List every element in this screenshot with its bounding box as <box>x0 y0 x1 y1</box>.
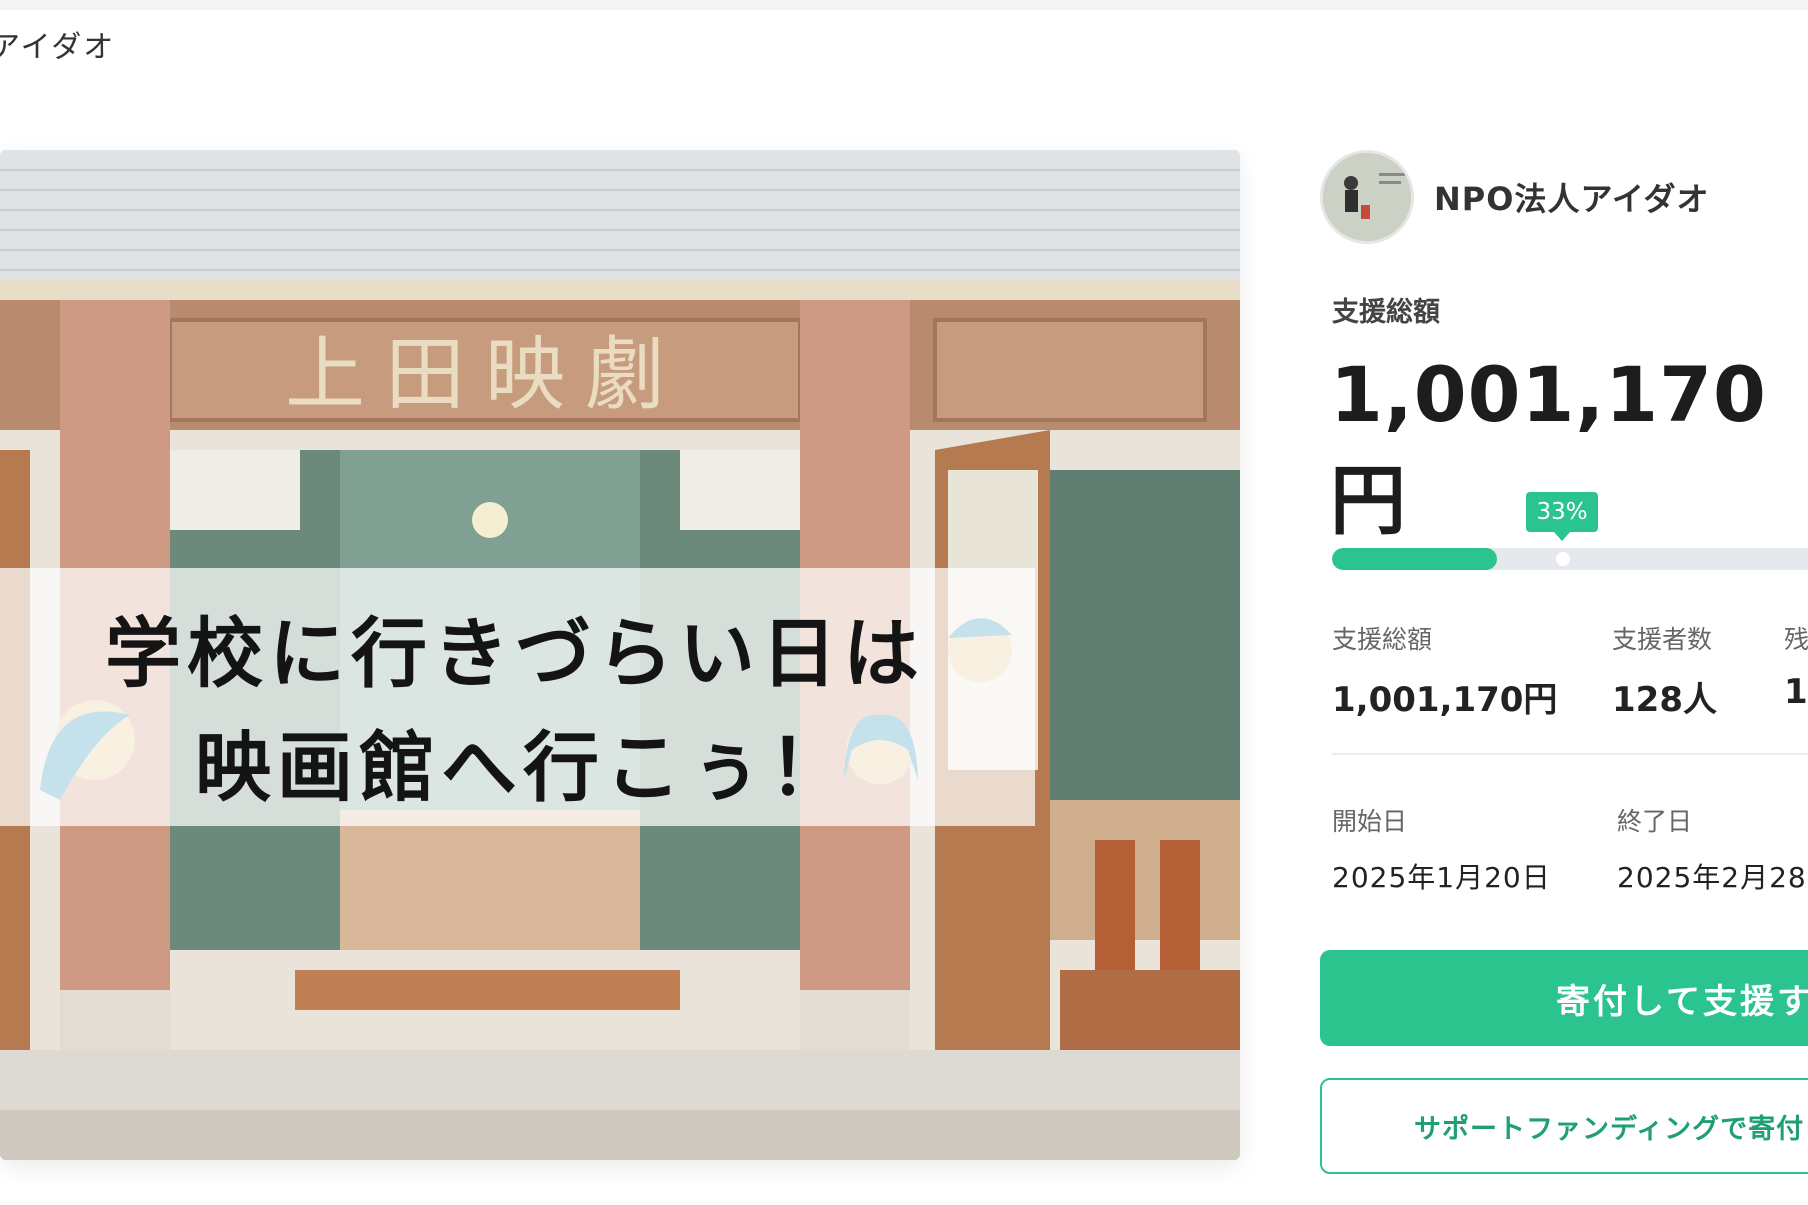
total-amount-label: 支援総額 <box>1332 297 1440 328</box>
hero-caption-line-2: 映画館へ行こぅ！ <box>195 723 851 812</box>
progress-percent-badge: 33% <box>1526 492 1598 541</box>
stat-supporters: 支援者数 128人 <box>1612 620 1717 721</box>
end-date: 終了日 2025年2月28 <box>1617 802 1807 896</box>
support-funding-button[interactable]: サポートファンディングで寄付 <box>1320 1078 1808 1174</box>
project-hero-image: 上田映劇 学校に行きづらい日は 映画館へ行こぅ！ <box>0 150 1240 1160</box>
progress-bar-fill <box>1332 548 1497 570</box>
donate-button[interactable]: 寄付して支援す <box>1320 950 1808 1046</box>
end-date-label: 終了日 <box>1617 807 1693 836</box>
project-page: アイダオ 上田映劇 学校に行きづらい日は 映画館へ行こぅ！ NPO法人アイダオ … <box>0 0 1808 1205</box>
stat-total-label: 支援総額 <box>1332 625 1433 654</box>
organization-avatar <box>1320 150 1414 244</box>
start-date: 開始日 2025年1月20日 <box>1332 802 1551 896</box>
end-date-value: 2025年2月28 <box>1617 861 1807 894</box>
breadcrumb[interactable]: アイダオ <box>0 22 115 66</box>
progress-marker <box>1556 552 1570 566</box>
start-date-label: 開始日 <box>1332 807 1408 836</box>
stat-remaining: 残 17 <box>1784 620 1808 712</box>
building-sign: 上田映劇 <box>285 328 685 421</box>
avatar-image <box>1323 153 1411 241</box>
organization-name[interactable]: NPO法人アイダオ <box>1434 174 1710 220</box>
progress-bar <box>1332 548 1808 570</box>
funding-panel: NPO法人アイダオ <box>1320 150 1808 244</box>
hero-caption-line-1: 学校に行きづらい日は <box>105 609 925 698</box>
stat-supporters-value: 128人 <box>1612 680 1717 720</box>
stat-total: 支援総額 1,001,170円 <box>1332 620 1557 721</box>
stat-supporters-label: 支援者数 <box>1612 625 1713 654</box>
stat-total-value: 1,001,170円 <box>1332 680 1558 720</box>
organization-link[interactable]: NPO法人アイダオ <box>1320 150 1808 244</box>
start-date-value: 2025年1月20日 <box>1332 861 1551 894</box>
top-bar <box>0 0 1808 10</box>
stat-remaining-label: 残 <box>1784 625 1808 654</box>
stats-divider <box>1332 753 1808 755</box>
stat-remaining-value: 17 <box>1784 672 1808 712</box>
